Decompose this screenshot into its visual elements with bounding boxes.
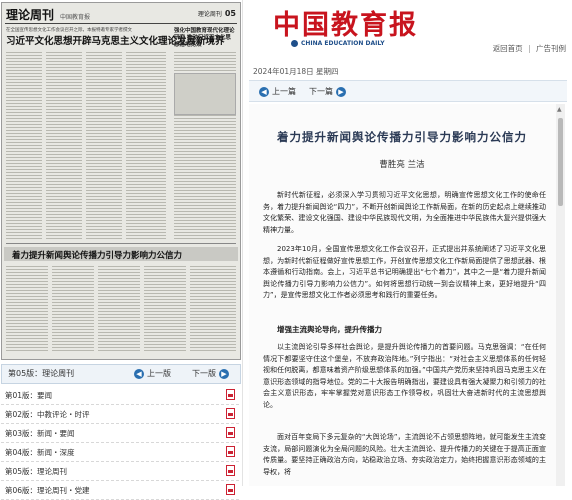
article-subhead: 增强主流舆论导向，提升传播力 (277, 325, 382, 334)
pdf-icon[interactable] (226, 389, 235, 400)
article-paragraph: 2023年10月，全国宣传思想文化工作会议召开，正式提出并系统阐述了习近平文化思… (263, 245, 546, 299)
text-column (52, 265, 94, 353)
pdf-icon[interactable] (226, 465, 235, 476)
page-list-item[interactable]: 第05版：理论周刊 (1, 462, 239, 481)
article-paragraph: 面对百年变局下多元复杂的“大舆论场”，主流舆论不占领思想阵地，就可能发生主流变支… (263, 433, 546, 476)
page-navigation-bar: 第05版：理论周刊 ◀ 上一版 下一版 ▶ (1, 364, 241, 384)
pdf-icon[interactable] (226, 408, 235, 419)
right-arrow-circle-icon: ▶ (336, 86, 346, 97)
text-column (46, 51, 82, 241)
text-column (86, 51, 122, 241)
article-content[interactable]: 着力提升新闻舆论传播力引导力影响力公信力 曹胜亮 兰洁 新时代新征程，必须深入学… (249, 104, 565, 486)
scrollbar-thumb[interactable] (558, 118, 563, 206)
text-column (6, 51, 42, 241)
article-navigation-bar: ◀ 上一篇 下一篇 ▶ (249, 80, 567, 102)
left-arrow-circle-icon: ◀ (134, 368, 144, 379)
page-list-label[interactable]: 第01版：要闻 (5, 390, 52, 401)
page-list-label[interactable]: 第03版：新闻・要闻 (5, 428, 75, 439)
text-column (144, 265, 186, 353)
page-masthead: 理论周刊 (6, 8, 55, 22)
right-panel: 中国教育报 CHINA EDUCATION DAILY 返回首页 | 广告刊例 … (243, 0, 572, 486)
current-page-label: 第05版：理论周刊 (8, 369, 75, 378)
second-article-columns (6, 265, 236, 353)
page-list-item[interactable]: 第03版：新闻・要闻 (1, 424, 239, 443)
article-paragraph: 新时代新征程，必须深入学习贯彻习近平文化思想，明确宣传思想文化工作的使命任务，着… (263, 191, 546, 234)
page-photo (174, 73, 236, 115)
right-arrow-circle-icon: ▶ (219, 368, 229, 379)
masthead-rule (5, 23, 237, 24)
article-title: 着力提升新闻舆论传播力引导力影响力公信力 (277, 130, 527, 144)
page-list-item[interactable]: 第02版：中教评论・时评 (1, 405, 239, 424)
pdf-icon[interactable] (226, 446, 235, 457)
page-list-item[interactable]: 第06版：理论周刊・党建 (1, 481, 239, 500)
prev-article-label: 上一篇 (272, 87, 296, 96)
second-headline[interactable]: 着力提升新闻舆论传播力引导力影响力公信力 (12, 249, 182, 261)
page-code: 理论周刊 05 (198, 9, 236, 18)
left-arrow-circle-icon: ◀ (259, 86, 269, 97)
left-panel: 理论周刊 中国教育报 理论周刊 05 在全国宣传思想文化工作会议召开之际，本报特邀… (0, 0, 242, 500)
page-code-number: 05 (224, 9, 236, 18)
text-column (190, 265, 236, 353)
text-column (126, 51, 166, 241)
page-list-label[interactable]: 第05版：理论周刊 (5, 466, 67, 477)
lead-kicker: 在全国宣传思想文化工作会议召开之际，本报特邀专家学者撰文 (6, 28, 132, 33)
prev-page-button[interactable]: ◀ 上一版 (134, 368, 171, 379)
article-paragraph: 以主流舆论引导多样社会舆论，是提升舆论传播力的首要问题。马克思强调：“在任何情况… (263, 343, 546, 409)
home-link[interactable]: 返回首页 (493, 44, 523, 53)
site-logo-english: CHINA EDUCATION DAILY (291, 40, 385, 47)
text-column (98, 265, 140, 353)
side-headline[interactable]: 强化中国教育现代化理论研究 推动习近平文化思想落地见效 (174, 28, 236, 49)
top-links: 返回首页 | 广告刊例 (493, 43, 566, 54)
text-column (6, 265, 48, 353)
page-list-label[interactable]: 第06版：理论周刊・党建 (5, 485, 90, 496)
page-code-name: 理论周刊 (197, 11, 222, 18)
link-separator: | (528, 44, 531, 53)
next-page-button[interactable]: 下一版 ▶ (192, 368, 229, 379)
page-masthead-sub: 中国教育报 (60, 14, 91, 21)
page-list-item[interactable]: 第04版：新闻・深度 (1, 443, 239, 462)
logo-emblem-icon (291, 40, 298, 47)
page-list: 第01版：要闻 第02版：中教评论・时评 第03版：新闻・要闻 第04版：新闻・… (1, 386, 239, 500)
page-list-item[interactable]: 第01版：要闻 (1, 386, 239, 405)
scroll-up-arrow-icon[interactable]: ▲ (557, 106, 562, 113)
pdf-icon[interactable] (226, 427, 235, 438)
issue-date: 2024年01月18日 星期四 (253, 67, 339, 76)
logo-english-text: CHINA EDUCATION DAILY (301, 40, 385, 47)
site-logo[interactable]: 中国教育报 (273, 3, 418, 42)
page-list-label[interactable]: 第04版：新闻・深度 (5, 447, 75, 458)
next-article-label: 下一篇 (309, 87, 333, 96)
prev-article-button[interactable]: ◀ 上一篇 (259, 86, 296, 97)
ads-link[interactable]: 广告刊例 (536, 44, 566, 53)
next-page-label: 下一版 (192, 369, 216, 378)
next-article-button[interactable]: 下一篇 ▶ (309, 86, 346, 97)
page-list-label[interactable]: 第02版：中教评论・时评 (5, 409, 90, 420)
article-authors: 曹胜亮 兰洁 (379, 160, 425, 170)
lead-headline[interactable]: 习近平文化思想开辟马克思主义文化理论发展新境界 (6, 36, 225, 47)
prev-page-label: 上一版 (147, 369, 171, 378)
article-scrollbar[interactable]: ▲ (556, 104, 565, 486)
newspaper-page-thumbnail[interactable]: 理论周刊 中国教育报 理论周刊 05 在全国宣传思想文化工作会议召开之际，本报特邀… (1, 2, 241, 360)
section-rule (6, 243, 236, 244)
